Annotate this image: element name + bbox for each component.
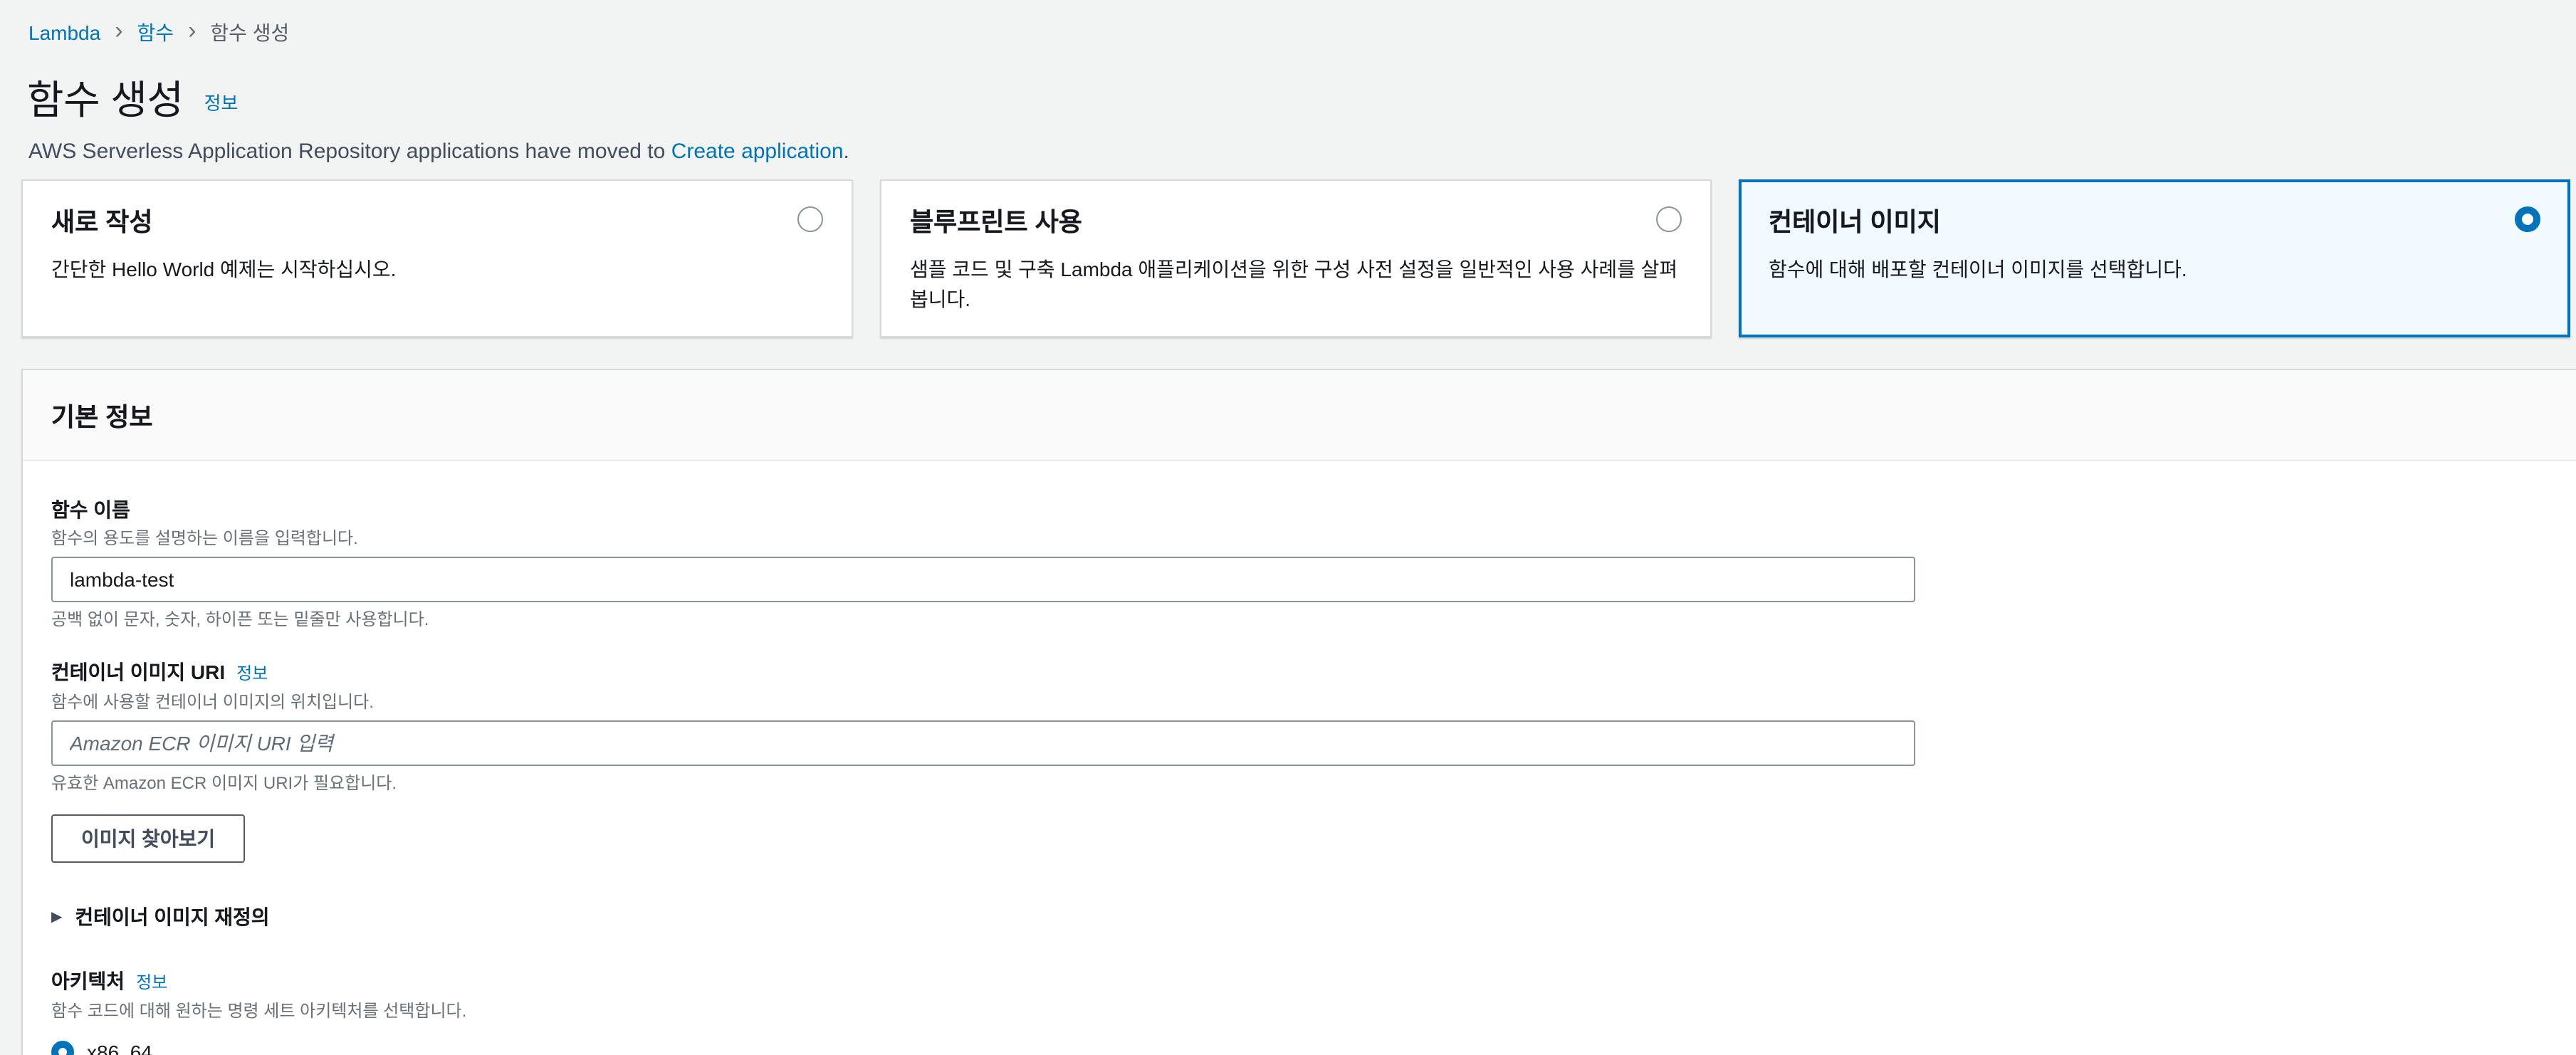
card-description: 샘플 코드 및 구축 Lambda 애플리케이션을 위한 구성 사전 설정을 일… — [910, 255, 1682, 315]
breadcrumb-functions[interactable]: 함수 — [137, 19, 174, 47]
function-name-constraint: 공백 없이 문자, 숫자, 하이픈 또는 밑줄만 사용합니다. — [51, 608, 2548, 631]
label-text: 컨테이너 이미지 URI — [51, 661, 225, 683]
notice-text: AWS Serverless Application Repository ap… — [28, 140, 671, 164]
container-image-uri-constraint: 유효한 Amazon ECR 이미지 URI가 필요합니다. — [51, 772, 2548, 794]
radio-unchecked-icon[interactable] — [1656, 206, 1682, 232]
architecture-info-link[interactable]: 정보 — [136, 972, 167, 992]
card-author-from-scratch[interactable]: 새로 작성 간단한 Hello World 예제는 시작하십시오. — [21, 179, 853, 337]
card-description: 함수에 대해 배포할 컨테이너 이미지를 선택합니다. — [1769, 255, 2540, 285]
section-title: 기본 정보 — [51, 397, 153, 434]
expandable-label: 컨테이너 이미지 재정의 — [75, 903, 269, 931]
card-description: 간단한 Hello World 예제는 시작하십시오. — [51, 255, 823, 285]
architecture-field: 아키텍처정보 함수 코드에 대해 원하는 명령 세트 아키텍처를 선택합니다. … — [51, 968, 2548, 1055]
lambda-create-function-page: Lambda › 함수 › 함수 생성 함수 생성 정보 AWS Serverl… — [0, 0, 2576, 1055]
page-header: 함수 생성 정보 — [27, 70, 2576, 127]
card-container-image[interactable]: 컨테이너 이미지 함수에 대해 배포할 컨테이너 이미지를 선택합니다. — [1739, 179, 2570, 337]
notice-suffix: . — [844, 140, 849, 164]
architecture-label: 아키텍처 정보 — [51, 968, 2548, 995]
title-info-link[interactable]: 정보 — [204, 88, 239, 115]
chevron-right-icon: › — [188, 21, 196, 41]
container-image-override-expandable[interactable]: ▶ 컨테이너 이미지 재정의 — [51, 903, 2548, 931]
function-name-description: 함수의 용도를 설명하는 이름을 입력합니다. — [51, 527, 2548, 550]
container-image-uri-description: 함수에 사용할 컨테이너 이미지의 위치입니다. — [51, 691, 2548, 713]
create-application-link[interactable]: Create application — [671, 140, 844, 164]
radio-unchecked-icon[interactable] — [797, 206, 823, 232]
basic-info-body: 함수 이름 함수의 용도를 설명하는 이름을 입력합니다. 공백 없이 문자, … — [23, 461, 2576, 1055]
chevron-right-icon: › — [115, 21, 122, 41]
radio-option-x86_64[interactable]: x86_64 — [51, 1036, 2548, 1055]
container-image-uri-label: 컨테이너 이미지 URI 정보 — [51, 659, 2548, 686]
card-title: 블루프린트 사용 — [910, 206, 1082, 238]
architecture-options: x86_64 arm64 — [51, 1036, 2548, 1055]
radio-checked-icon[interactable] — [2515, 206, 2540, 232]
architecture-description: 함수 코드에 대해 원하는 명령 세트 아키텍처를 선택합니다. — [51, 999, 2548, 1022]
breadcrumb-current: 함수 생성 — [210, 19, 289, 47]
card-use-blueprint[interactable]: 블루프린트 사용 샘플 코드 및 구축 Lambda 애플리케이션을 위한 구성… — [880, 179, 1712, 337]
caret-right-icon: ▶ — [51, 909, 62, 925]
card-title: 새로 작성 — [51, 206, 153, 238]
sar-notice: AWS Serverless Application Repository ap… — [28, 140, 2576, 164]
creation-option-cards: 새로 작성 간단한 Hello World 예제는 시작하십시오. 블루프린트 … — [21, 179, 2570, 337]
function-name-label: 함수 이름 — [51, 497, 2548, 523]
breadcrumb-lambda[interactable]: Lambda — [28, 21, 100, 44]
browse-images-button[interactable]: 이미지 찾아보기 — [51, 814, 245, 863]
radio-option-label: x86_64 — [87, 1041, 152, 1055]
card-title: 컨테이너 이미지 — [1769, 206, 1941, 238]
radio-checked-icon[interactable] — [51, 1041, 74, 1055]
basic-info-header: 기본 정보 — [23, 370, 2576, 461]
function-name-input[interactable] — [51, 557, 1915, 602]
label-text: 아키텍처 — [51, 970, 125, 992]
function-name-field: 함수 이름 함수의 용도를 설명하는 이름을 입력합니다. 공백 없이 문자, … — [51, 497, 2548, 631]
basic-info-panel: 기본 정보 함수 이름 함수의 용도를 설명하는 이름을 입력합니다. 공백 없… — [21, 369, 2576, 1055]
container-image-uri-input[interactable] — [51, 720, 1915, 766]
container-image-uri-field: 컨테이너 이미지 URI정보 함수에 사용할 컨테이너 이미지의 위치입니다. … — [51, 659, 2548, 794]
page-title: 함수 생성 — [27, 78, 184, 122]
breadcrumb: Lambda › 함수 › 함수 생성 — [0, 0, 2576, 47]
uri-info-link[interactable]: 정보 — [236, 663, 268, 683]
